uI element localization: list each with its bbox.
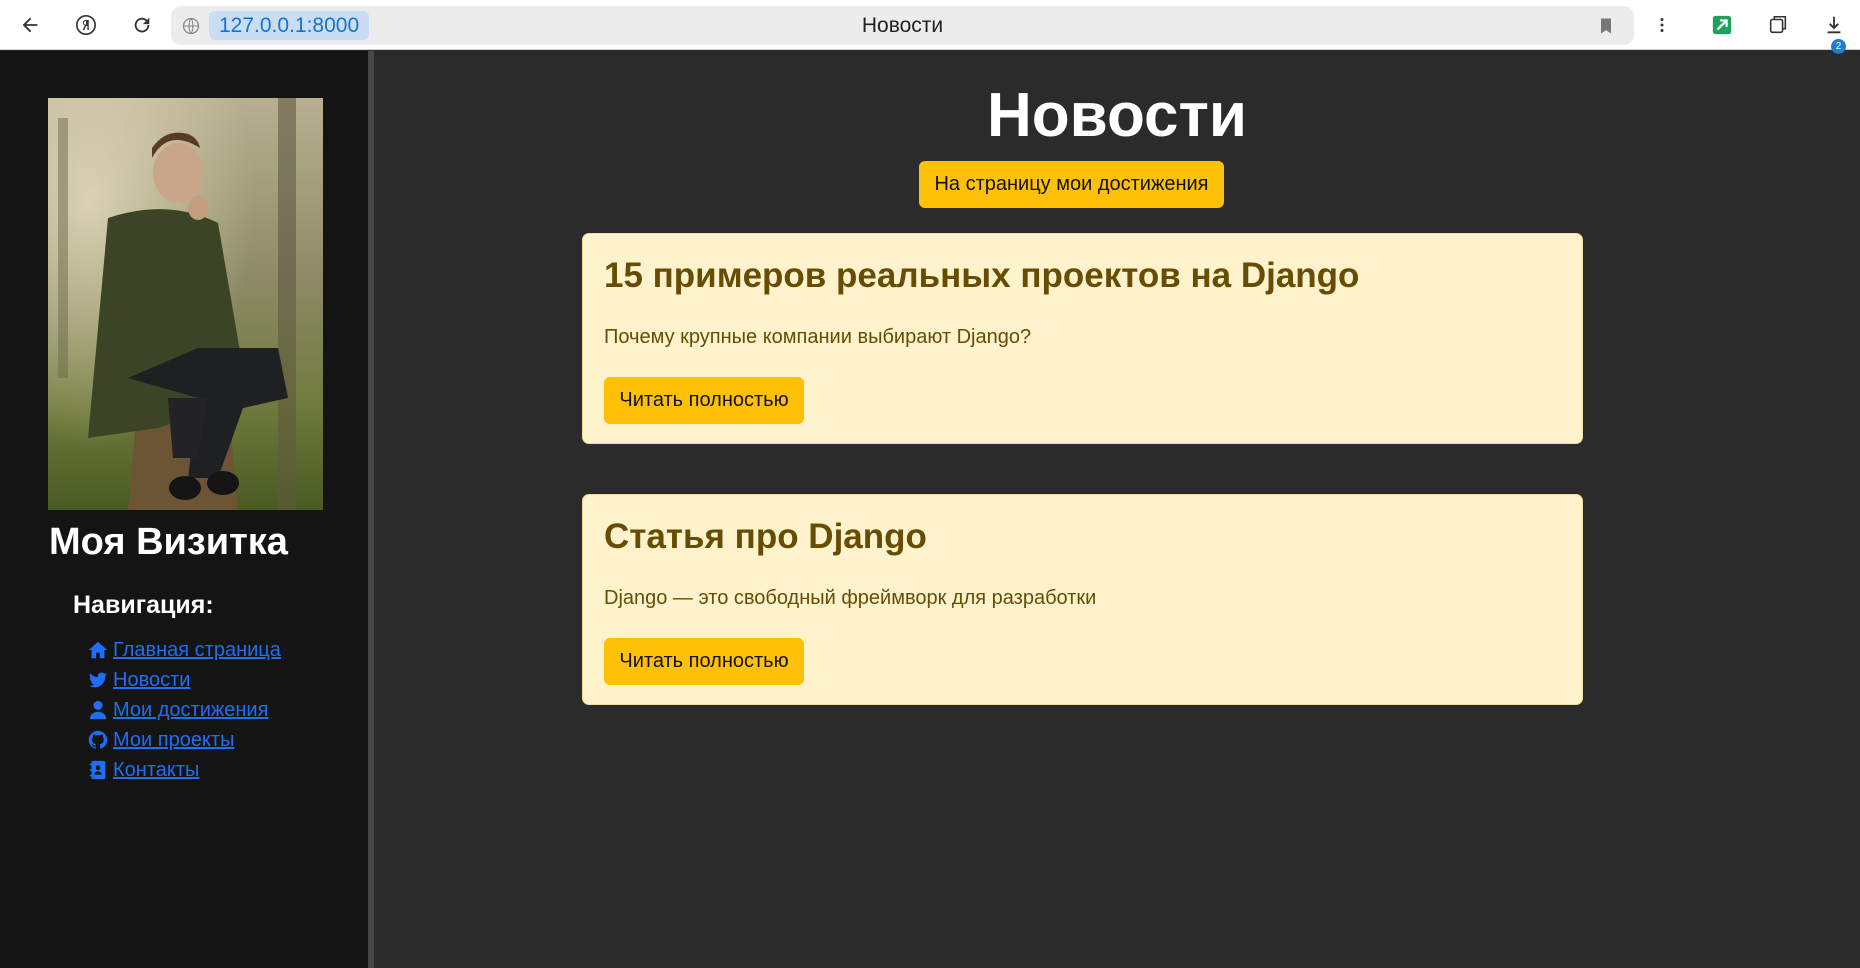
menu-button[interactable] — [1646, 9, 1678, 41]
nav-item-contacts: Контакты — [87, 755, 281, 785]
yandex-logo-icon — [76, 15, 96, 35]
nav-link-news[interactable]: Новости — [87, 669, 190, 692]
tabs-button[interactable] — [1762, 9, 1794, 41]
nav-item-projects: Мои проекты — [87, 725, 281, 755]
article-summary: Почему крупные компании выбирают Django? — [604, 326, 1032, 348]
user-icon — [89, 700, 107, 720]
contact-book-icon — [89, 760, 106, 780]
nav-link-home[interactable]: Главная страница — [87, 639, 281, 662]
nav-list: Главная страница Новости Мои достижения … — [87, 635, 281, 785]
back-button[interactable] — [14, 9, 46, 41]
nav-item-achievements: Мои достижения — [87, 695, 281, 725]
twitter-icon — [88, 672, 108, 688]
reload-icon — [134, 17, 150, 33]
nav-link-projects-label: Мои проекты — [113, 728, 235, 751]
read-more-button[interactable]: Читать полностью — [604, 638, 804, 685]
yandex-button[interactable] — [70, 9, 102, 41]
extension-button[interactable] — [1706, 9, 1738, 41]
nav-link-contacts[interactable]: Контакты — [87, 759, 199, 782]
page-title-chrome: Новости — [861, 14, 944, 37]
nav-item-home: Главная страница — [87, 635, 281, 665]
home-icon — [88, 641, 108, 659]
download-icon — [1827, 16, 1841, 34]
nav-link-home-label: Главная страница — [113, 638, 281, 661]
more-vertical-icon — [1660, 18, 1664, 32]
brand-title: Моя Визитка — [49, 521, 288, 563]
nav-item-news: Новости — [87, 665, 281, 695]
tabs-icon — [1769, 15, 1787, 34]
nav-title: Навигация: — [73, 591, 214, 619]
bookmark-icon[interactable] — [1596, 15, 1616, 37]
nav-link-news-label: Новости — [113, 668, 191, 691]
page-title: Новости — [987, 81, 1247, 150]
article-title: Статья про Django — [604, 517, 927, 556]
nav-link-achievements-label: Мои достижения — [113, 698, 269, 721]
nav-link-contacts-label: Контакты — [113, 758, 200, 781]
read-more-button[interactable]: Читать полностью — [604, 377, 804, 424]
article-card: Статья про Django Django — это свободный… — [582, 494, 1583, 705]
url-text[interactable]: 127.0.0.1:8000 — [209, 11, 370, 40]
article-title: 15 примеров реальных проектов на Django — [604, 256, 1360, 295]
extension-green-icon — [1712, 15, 1732, 35]
achievements-button[interactable]: На страницу мои достижения — [919, 161, 1224, 208]
sidebar-divider — [368, 51, 374, 968]
article-card: 15 примеров реальных проектов на Django … — [582, 233, 1583, 444]
address-bar[interactable]: 127.0.0.1:8000 Новости — [171, 6, 1634, 45]
downloads-badge: 2 — [1831, 39, 1846, 54]
arrow-left-icon — [22, 17, 38, 33]
nav-link-achievements[interactable]: Мои достижения — [87, 699, 268, 722]
downloads-button[interactable]: 2 — [1818, 9, 1850, 54]
reload-button[interactable] — [126, 9, 158, 41]
globe-icon — [182, 17, 200, 35]
browser-toolbar: 127.0.0.1:8000 Новости 2 — [0, 0, 1860, 54]
github-icon — [88, 730, 108, 749]
nav-link-projects[interactable]: Мои проекты — [87, 729, 234, 752]
article-summary: Django — это свободный фреймворк для раз… — [604, 587, 1097, 609]
sidebar: Моя Визитка Навигация: Главная страница … — [0, 51, 368, 968]
profile-photo — [48, 98, 323, 510]
